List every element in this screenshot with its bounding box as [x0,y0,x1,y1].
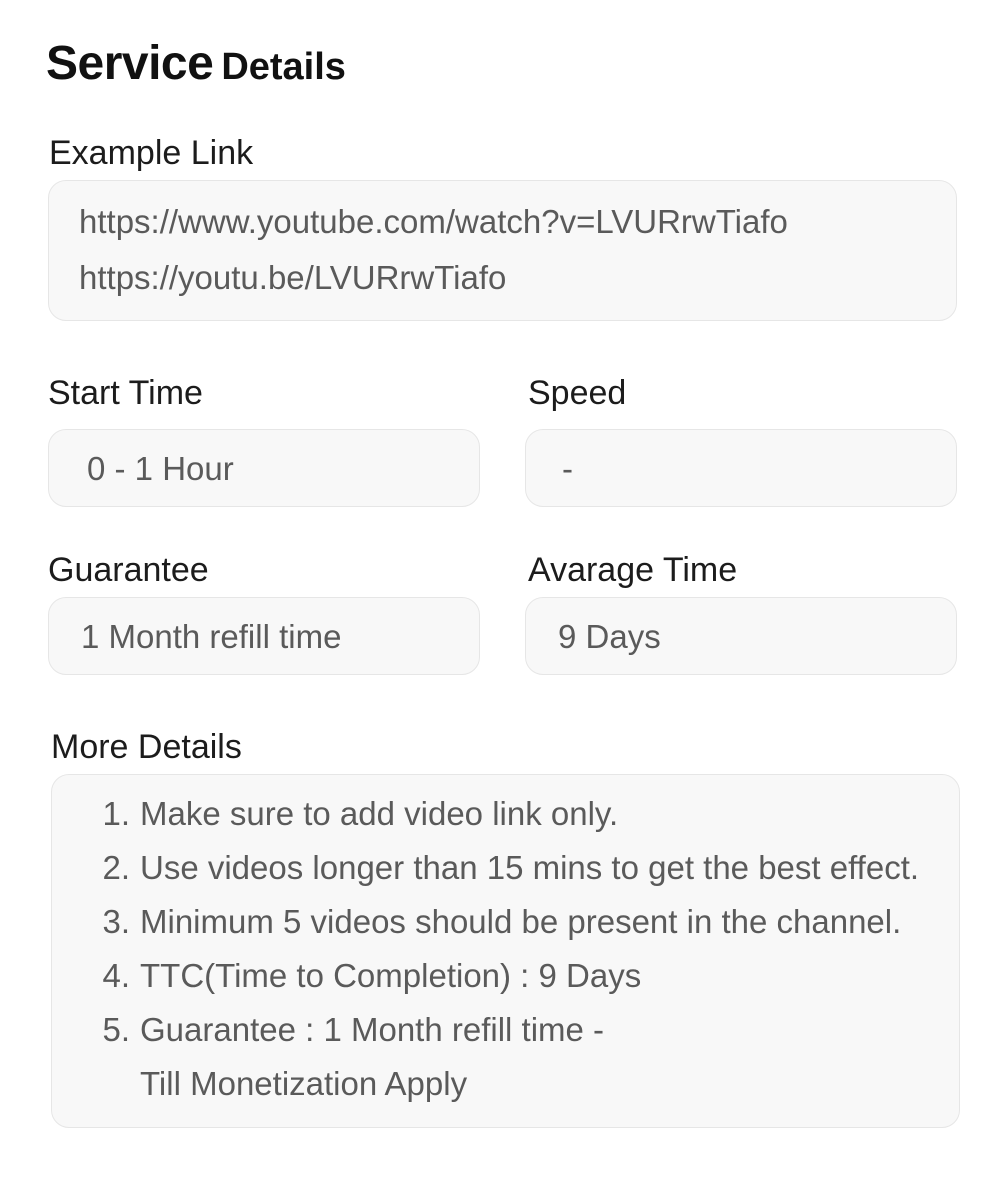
page-title-rest: Details [221,46,346,88]
start-time-value: 0 - 1 Hour [87,450,234,487]
list-item-number: 5. [102,1011,130,1048]
example-link-box: https://www.youtube.com/watch?v=LVURrwTi… [48,180,957,321]
list-item-text: Make sure to add video link only. [140,795,619,832]
list-item-text: Minimum 5 videos should be present in th… [140,903,902,940]
list-item-number: 4. [102,957,130,994]
more-details-box: 1. Make sure to add video link only. 2. Use… [51,774,960,1128]
page-title-main: Service [46,37,214,90]
guarantee-value: 1 Month refill time [81,618,342,655]
list-item-number: 2. [102,849,130,886]
average-time-value: 9 Days [558,618,661,655]
example-link-line-2[interactable]: https://youtu.be/LVURrwTiafo [79,261,506,294]
example-link-label: Example Link [49,134,254,172]
speed-label: Speed [528,374,627,412]
speed-value: - [562,450,573,487]
list-item-text: Till Monetization Apply [140,1065,468,1102]
list-item-text: Guarantee : 1 Month refill time - [140,1011,605,1048]
average-time-field: 9 Days [525,597,957,675]
start-time-field: 0 - 1 Hour [48,429,480,507]
list-item-text: TTC(Time to Completion) : 9 Days [140,957,642,994]
example-link-line-1[interactable]: https://www.youtube.com/watch?v=LVURrwTi… [79,205,788,238]
list-item-number: 1. [102,795,130,832]
average-time-label: Avarage Time [528,551,738,589]
start-time-label: Start Time [48,374,203,412]
list-item-text: Use videos longer than 15 mins to get th… [140,849,920,886]
more-details-label: More Details [51,728,242,766]
guarantee-label: Guarantee [48,551,209,589]
guarantee-field: 1 Month refill time [48,597,480,675]
speed-field: - [525,429,957,507]
page-title: Service Details [46,40,346,88]
list-item-number: 3. [102,903,130,940]
